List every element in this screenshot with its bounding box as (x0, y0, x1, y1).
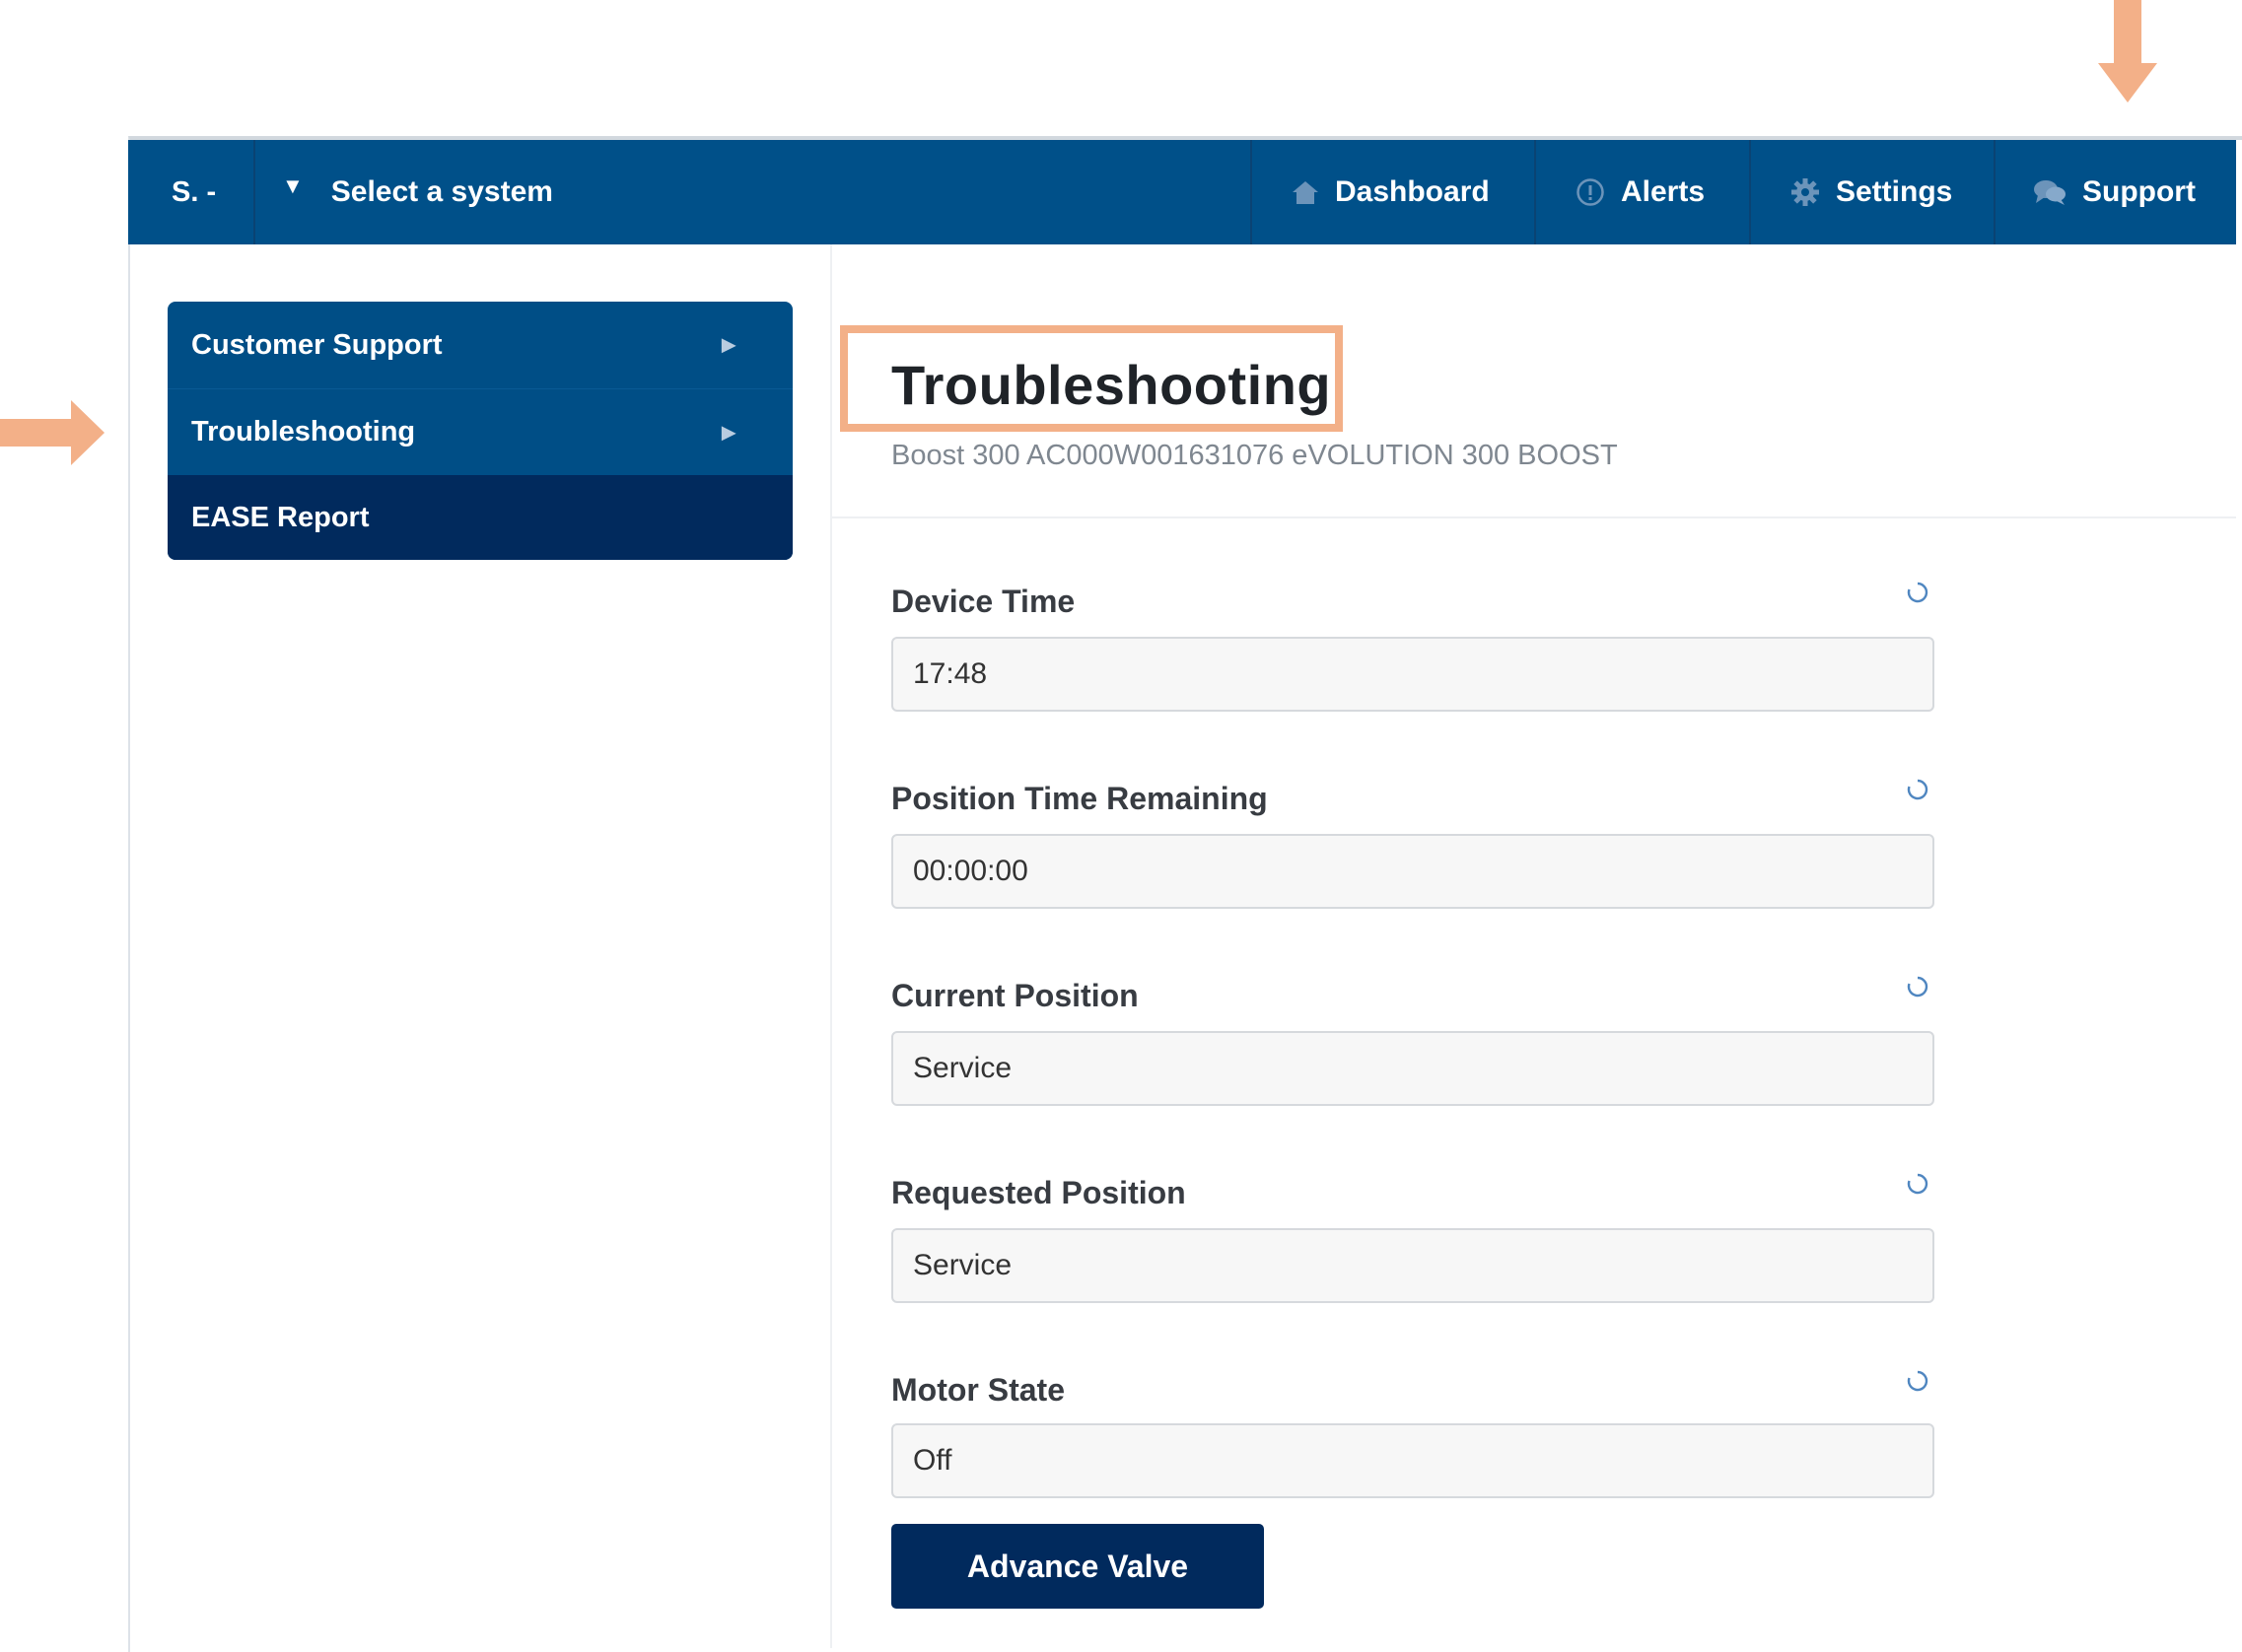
requested-position-label: Requested Position (891, 1175, 1186, 1210)
current-position-label: Current Position (891, 978, 1139, 1013)
nav-alerts[interactable]: Alerts (1576, 140, 1705, 244)
sidebar-item-ease-report[interactable]: EASE Report (168, 475, 793, 560)
annotation-arrow-down-icon (2098, 0, 2157, 103)
loading-spinner-icon (1907, 582, 1928, 603)
device-time-label: Device Time (891, 584, 1076, 619)
current-position-field[interactable]: Service (891, 1031, 1934, 1106)
nav-divider (1994, 140, 1996, 244)
requested-position-field[interactable]: Service (891, 1228, 1934, 1303)
device-time-field[interactable]: 17:48 (891, 637, 1934, 712)
motor-state-field[interactable]: Off (891, 1423, 1934, 1498)
annotation-arrow-right-icon (0, 400, 105, 465)
home-icon (1293, 181, 1318, 204)
nav-divider (253, 140, 255, 244)
advance-valve-button[interactable]: Advance Valve (891, 1524, 1264, 1609)
chat-bubbles-icon (2034, 180, 2066, 205)
position-time-remaining-label: Position Time Remaining (891, 781, 1268, 816)
nav-divider (1534, 140, 1536, 244)
sidebar-menu: Customer Support ▶ Troubleshooting ▶ EAS… (168, 302, 793, 560)
nav-settings-label: Settings (1836, 175, 1953, 208)
system-selector-label: Select a system (330, 175, 553, 208)
nav-support-label: Support (2082, 175, 2196, 208)
page-title: Troubleshooting (891, 354, 1332, 416)
position-time-remaining-field[interactable]: 00:00:00 (891, 834, 1934, 909)
user-brand[interactable]: S. - (172, 140, 216, 244)
page-subtitle: Boost 300 AC000W001631076 eVOLUTION 300 … (891, 440, 1618, 471)
chevron-right-icon: ▶ (722, 422, 736, 442)
sidebar-item-troubleshooting[interactable]: Troubleshooting ▶ (168, 388, 793, 475)
loading-spinner-icon (1907, 976, 1928, 998)
content-divider (830, 244, 832, 1648)
chevron-down-icon: ▼ (282, 173, 304, 198)
nav-alerts-label: Alerts (1621, 175, 1706, 208)
nav-divider (1749, 140, 1751, 244)
sidebar-item-label: Customer Support (191, 328, 443, 361)
nav-support[interactable]: Support (2033, 140, 2196, 244)
system-selector[interactable]: ▼ Select a system (282, 140, 553, 244)
nav-dashboard-label: Dashboard (1335, 175, 1490, 208)
loading-spinner-icon (1907, 779, 1928, 800)
gear-icon (1791, 178, 1819, 206)
nav-settings[interactable]: Settings (1790, 140, 1952, 244)
motor-state-label: Motor State (891, 1372, 1065, 1408)
chevron-right-icon: ▶ (722, 334, 736, 355)
alert-circle-icon (1576, 178, 1604, 206)
sidebar-item-label: Troubleshooting (191, 416, 416, 447)
nav-divider (1250, 140, 1252, 244)
header-divider (832, 516, 2236, 518)
loading-spinner-icon (1907, 1173, 1928, 1195)
sidebar-item-customer-support[interactable]: Customer Support ▶ (168, 302, 793, 388)
loading-spinner-icon (1907, 1370, 1928, 1392)
nav-dashboard[interactable]: Dashboard (1292, 140, 1490, 244)
top-nav-bar: S. - ▼ Select a system Dashboard Alerts (128, 140, 2236, 244)
sidebar-item-label: EASE Report (191, 501, 370, 533)
